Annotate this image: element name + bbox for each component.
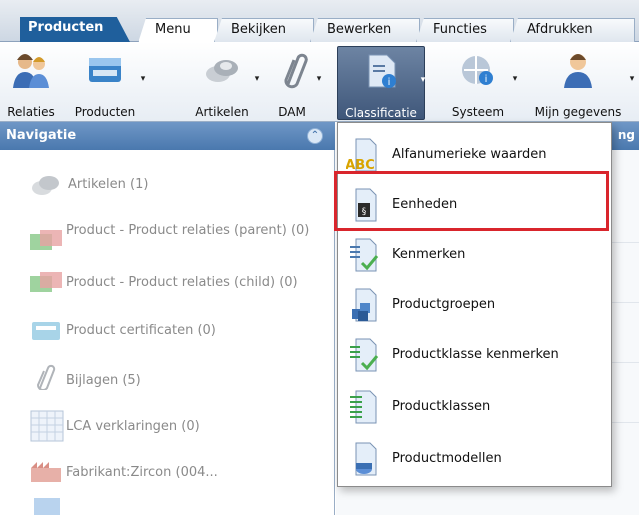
- classification-icon: i: [368, 54, 396, 88]
- product-models-icon: [355, 442, 377, 476]
- paperclip-icon: [36, 364, 56, 390]
- app-tab-producten[interactable]: Producten: [20, 17, 130, 42]
- nav-item-certificates[interactable]: Product certificaten (0): [0, 318, 335, 348]
- mijn-gegevens-label: Mijn gegevens: [534, 105, 622, 119]
- nav-item-parent-relations[interactable]: Product - Product relaties (parent) (0): [0, 222, 335, 262]
- menu-item-kenmerken[interactable]: Kenmerken: [338, 233, 613, 277]
- certificate-icon: [32, 322, 60, 340]
- ribbon-tab-bar: Producten Menu Bekijken Bewerken Functie…: [0, 0, 639, 43]
- menu-item-productgroepen[interactable]: Productgroepen: [338, 283, 613, 327]
- tab-bewerken[interactable]: Bewerken: [310, 18, 420, 42]
- nav-item-label: Fabrikant:Zircon (004...: [66, 465, 218, 480]
- product-groups-icon: [352, 288, 377, 322]
- ribbon-toolbar: Relaties ▾ Producten ▾ Artikelen ▾ DAM i…: [0, 42, 639, 122]
- features-check-icon: [350, 238, 379, 272]
- chevron-down-icon: ▾: [420, 75, 426, 85]
- dam-label: DAM: [278, 105, 306, 119]
- menu-item-productklassen[interactable]: Productklassen: [338, 385, 613, 429]
- nav-item-label: Product certificaten (0): [66, 323, 216, 338]
- menu-item-label: Productklassen: [392, 399, 491, 414]
- articles-icon: [206, 60, 238, 82]
- nav-item-label: Product - Product relaties (parent) (0): [66, 223, 310, 238]
- navigation-header: Navigatie ⌃: [0, 122, 335, 150]
- product-relations-icon: [30, 230, 62, 250]
- menu-item-productmodellen[interactable]: Productmodellen: [338, 437, 613, 481]
- chevron-down-icon: ▾: [254, 74, 260, 84]
- chevron-down-icon: ▾: [512, 74, 518, 84]
- relaties-button[interactable]: Relaties: [0, 46, 62, 120]
- menu-item-label: Productklasse kenmerken: [392, 347, 559, 362]
- chevron-down-icon: ▾: [316, 74, 322, 84]
- dam-button[interactable]: ▾ DAM: [264, 46, 322, 120]
- tab-afdrukken[interactable]: Afdrukken: [510, 18, 635, 42]
- mijn-gegevens-button[interactable]: ▾ Mijn gegevens: [523, 46, 635, 120]
- collapse-icon[interactable]: ⌃: [307, 128, 323, 144]
- systeem-label: Systeem: [451, 105, 505, 119]
- product-box-icon: [34, 498, 60, 515]
- system-globe-icon: i: [462, 56, 493, 85]
- nav-item-artikelen[interactable]: Artikelen (1): [0, 172, 335, 202]
- navigation-panel: Navigatie ⌃ Artikelen (1) Product - Prod…: [0, 122, 335, 515]
- people-icon: [13, 54, 49, 88]
- factory-icon: [31, 462, 61, 482]
- menu-item-label: Productmodellen: [392, 451, 502, 466]
- relaties-label: Relaties: [7, 105, 55, 119]
- svg-text:i: i: [388, 77, 391, 88]
- menu-item-label: Productgroepen: [392, 297, 496, 312]
- systeem-button[interactable]: i ▾ Systeem: [440, 46, 518, 120]
- tab-bekijken[interactable]: Bekijken: [214, 18, 314, 42]
- nav-item-bijlagen[interactable]: Bijlagen (5): [0, 362, 335, 398]
- menu-item-label: Kenmerken: [392, 247, 466, 262]
- artikelen-button[interactable]: ▾ Artikelen: [186, 46, 260, 120]
- artikelen-label: Artikelen: [195, 105, 249, 119]
- nav-item-fabrikant[interactable]: Fabrikant:Zircon (004...: [0, 458, 335, 488]
- menu-item-label: Alfanumerieke waarden: [392, 147, 547, 162]
- classificatie-label: Classificatie: [345, 106, 417, 120]
- content-header-fragment: ng: [617, 128, 635, 142]
- nav-item-label: Product - Product relaties (child) (0): [66, 275, 298, 290]
- articles-icon: [32, 176, 59, 195]
- product-relations-icon: [30, 272, 62, 292]
- chevron-down-icon: ▾: [140, 74, 146, 84]
- user-icon: [564, 54, 592, 88]
- grid-table-icon: [30, 410, 64, 442]
- nav-item-label: Artikelen (1): [68, 177, 149, 192]
- menu-item-productklasse-kenmerken[interactable]: Productklasse kenmerken: [338, 333, 613, 377]
- nav-item-lca[interactable]: LCA verklaringen (0): [0, 408, 335, 444]
- abc-document-icon: ABC: [346, 138, 377, 173]
- producten-label: Producten: [74, 105, 136, 119]
- navigation-title: Navigatie: [6, 128, 77, 143]
- highlight-box: [334, 171, 609, 231]
- tab-functies[interactable]: Functies: [416, 18, 514, 42]
- svg-text:i: i: [485, 74, 488, 85]
- chevron-down-icon: ▾: [629, 74, 635, 84]
- nav-item-child-relations[interactable]: Product - Product relaties (child) (0): [0, 270, 335, 300]
- paperclip-icon: [284, 53, 308, 89]
- nav-item-label: Bijlagen (5): [66, 373, 141, 388]
- product-classes-icon: [350, 390, 377, 424]
- producten-button[interactable]: ▾ Producten: [66, 46, 146, 120]
- class-features-check-icon: [350, 338, 379, 372]
- product-box-icon: [89, 58, 121, 82]
- tab-menu[interactable]: Menu: [138, 18, 218, 43]
- nav-item-label: LCA verklaringen (0): [66, 419, 200, 434]
- classificatie-button[interactable]: i ▾ Classificatie: [337, 46, 425, 120]
